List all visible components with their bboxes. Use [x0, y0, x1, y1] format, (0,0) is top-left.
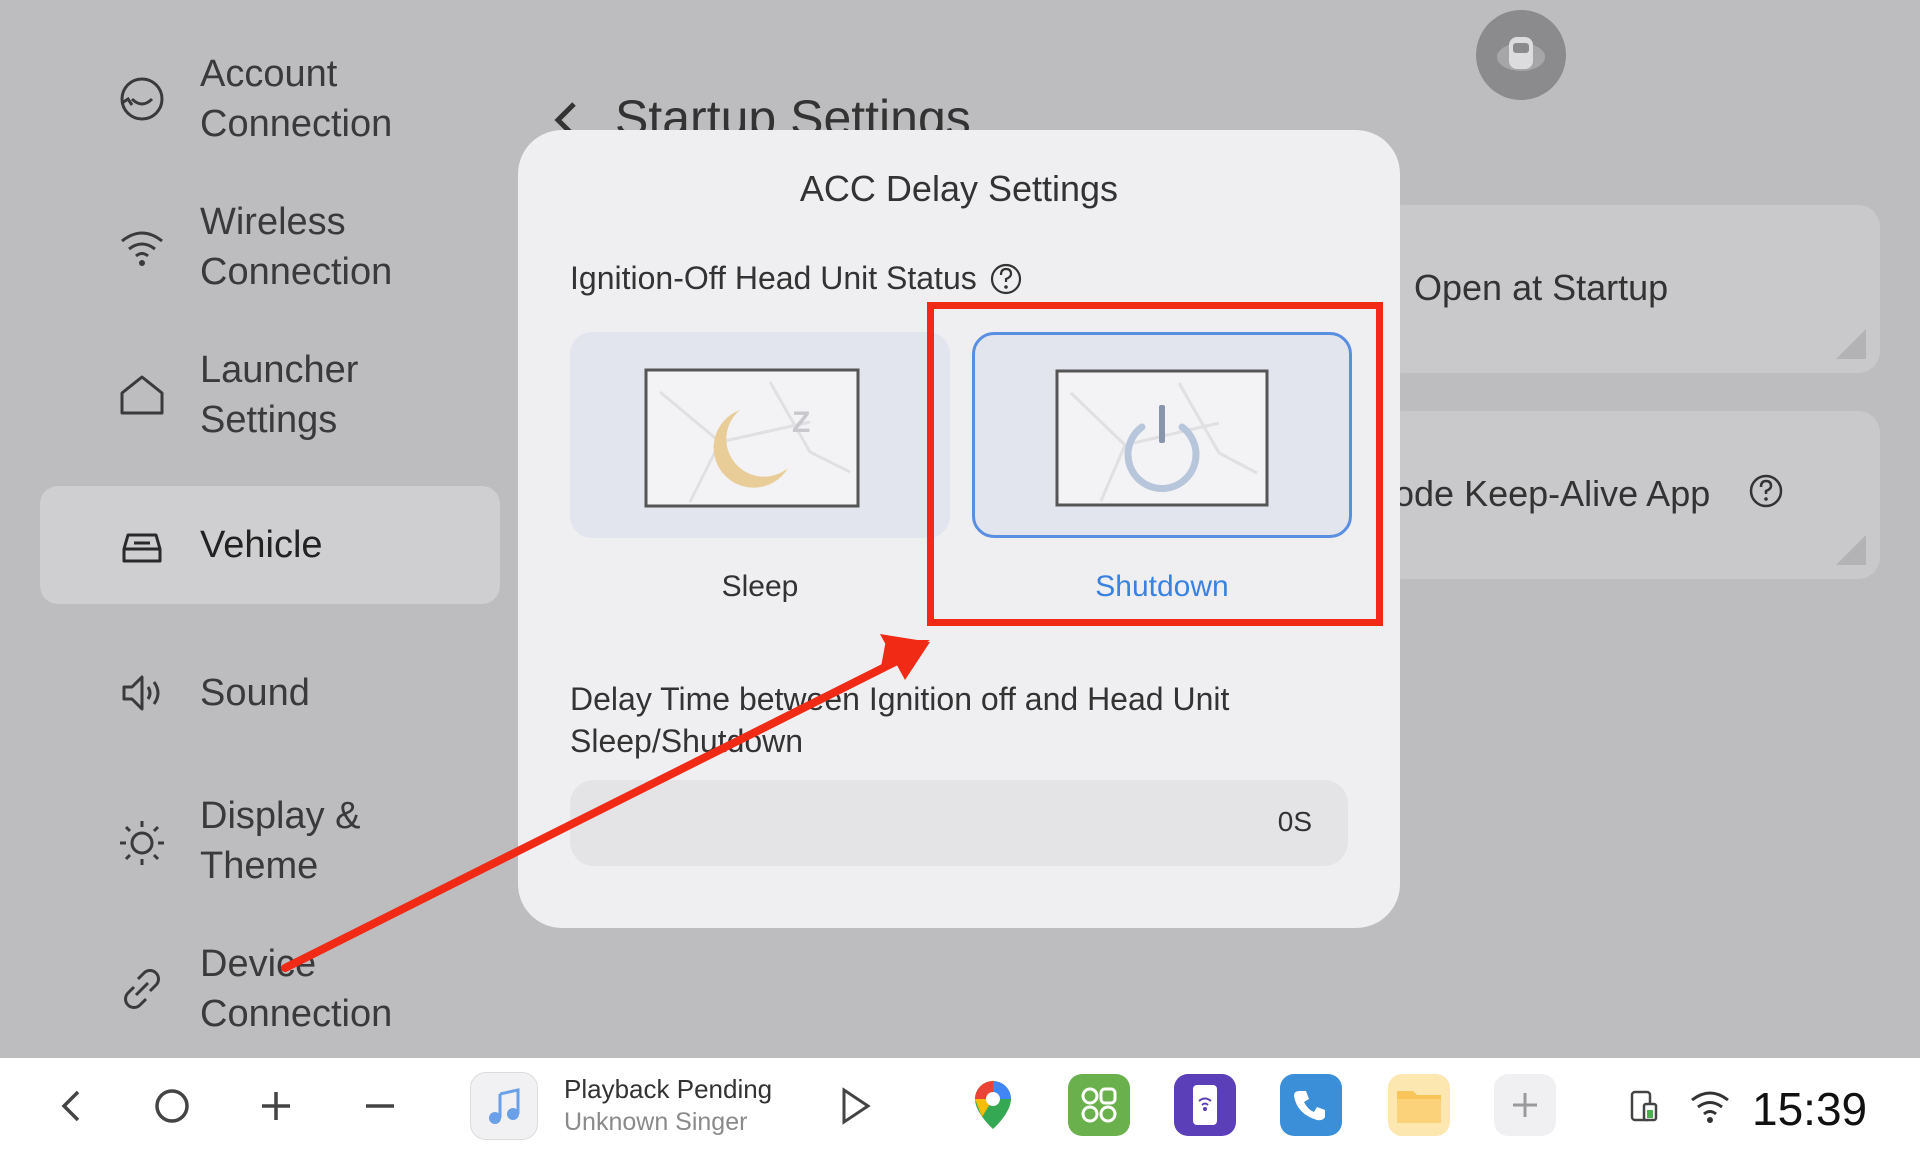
annotation-highlight-box	[927, 302, 1383, 626]
sidebar-item-label: Wireless Connection	[200, 201, 393, 293]
dialog-title: ACC Delay Settings	[799, 168, 1119, 209]
setting-card-open-at-startup[interactable]: Open at Startup	[1380, 205, 1880, 373]
sidebar-item-label: Device Connection	[200, 943, 393, 1035]
file-manager-icon[interactable]	[1388, 1074, 1450, 1136]
sidebar-item-vehicle[interactable]: Vehicle	[40, 486, 500, 604]
setting-card-label: Open at Startup	[1414, 267, 1669, 308]
home-circle-icon[interactable]	[142, 1076, 202, 1136]
sidebar-item-launcher[interactable]: Launcher Settings	[40, 336, 500, 454]
wifi-icon	[110, 215, 174, 279]
dialog-subtitle: Ignition-Off Head Unit Status	[570, 260, 1023, 297]
add-app-icon[interactable]	[1494, 1074, 1556, 1136]
music-title[interactable]: Playback Pending	[564, 1074, 772, 1105]
screen: Account Connection Wireless Connection L…	[0, 0, 1920, 1058]
delay-time-label: Delay Time between Ignition off and Head…	[570, 681, 1230, 759]
sidebar-item-label: Launcher Settings	[200, 349, 359, 441]
maps-icon[interactable]	[962, 1074, 1024, 1136]
speaker-icon	[110, 661, 174, 725]
corner-arrow-icon	[1836, 535, 1866, 565]
volume-up-icon[interactable]	[246, 1076, 306, 1136]
wifi-status-icon[interactable]	[1680, 1076, 1740, 1136]
back-icon[interactable]	[40, 1076, 100, 1136]
music-note-icon[interactable]	[470, 1072, 538, 1140]
svg-text:Z: Z	[792, 406, 810, 439]
taskbar: Playback Pending Unknown Singer 15:39	[0, 1058, 1920, 1152]
delay-time-selector[interactable]: 0S	[570, 780, 1348, 866]
setting-card-label: ode Keep-Alive App	[1394, 473, 1711, 514]
sidebar-item-label: Vehicle	[200, 524, 323, 566]
phone-battery-icon[interactable]	[1614, 1076, 1674, 1136]
delay-time-value: 0S	[1277, 806, 1312, 837]
sidebar-item-display[interactable]: Display & Theme	[40, 782, 500, 900]
music-artist: Unknown Singer	[564, 1108, 748, 1136]
sidebar: Account Connection Wireless Connection L…	[0, 0, 520, 1058]
apps-grid-icon[interactable]	[1068, 1074, 1130, 1136]
car-icon	[110, 513, 174, 577]
volume-down-icon[interactable]	[350, 1076, 410, 1136]
sidebar-item-label: Sound	[200, 672, 310, 714]
account-icon	[110, 67, 174, 131]
sun-icon	[110, 809, 174, 873]
sleep-illustration-icon: Z	[644, 368, 860, 508]
help-icon[interactable]	[1748, 473, 1784, 509]
phone-link-icon[interactable]	[1174, 1074, 1236, 1136]
play-icon[interactable]	[825, 1076, 885, 1136]
sleep-label: Sleep	[721, 570, 799, 603]
sidebar-item-sound[interactable]: Sound	[40, 634, 500, 752]
sidebar-item-label: Account Connection	[200, 53, 393, 145]
sidebar-item-wireless[interactable]: Wireless Connection	[40, 188, 500, 306]
sidebar-item-account[interactable]: Account Connection	[40, 40, 500, 158]
status-label: Ignition-Off Head Unit Status	[570, 260, 977, 296]
sidebar-item-device[interactable]: Device Connection	[40, 930, 500, 1048]
help-icon[interactable]	[989, 262, 1023, 296]
setting-card-keep-alive[interactable]: ode Keep-Alive App	[1380, 411, 1880, 579]
vehicle-avatar-button[interactable]	[1476, 10, 1566, 100]
sleep-option[interactable]: Z	[570, 332, 950, 538]
link-icon	[110, 957, 174, 1021]
car-avatar-icon	[1497, 37, 1545, 71]
home-icon	[110, 363, 174, 427]
phone-call-icon[interactable]	[1280, 1074, 1342, 1136]
clock: 15:39	[1752, 1083, 1868, 1135]
page-title: Startup Settings	[615, 90, 971, 134]
sidebar-item-label: Display & Theme	[200, 795, 361, 887]
corner-arrow-icon	[1836, 329, 1866, 359]
